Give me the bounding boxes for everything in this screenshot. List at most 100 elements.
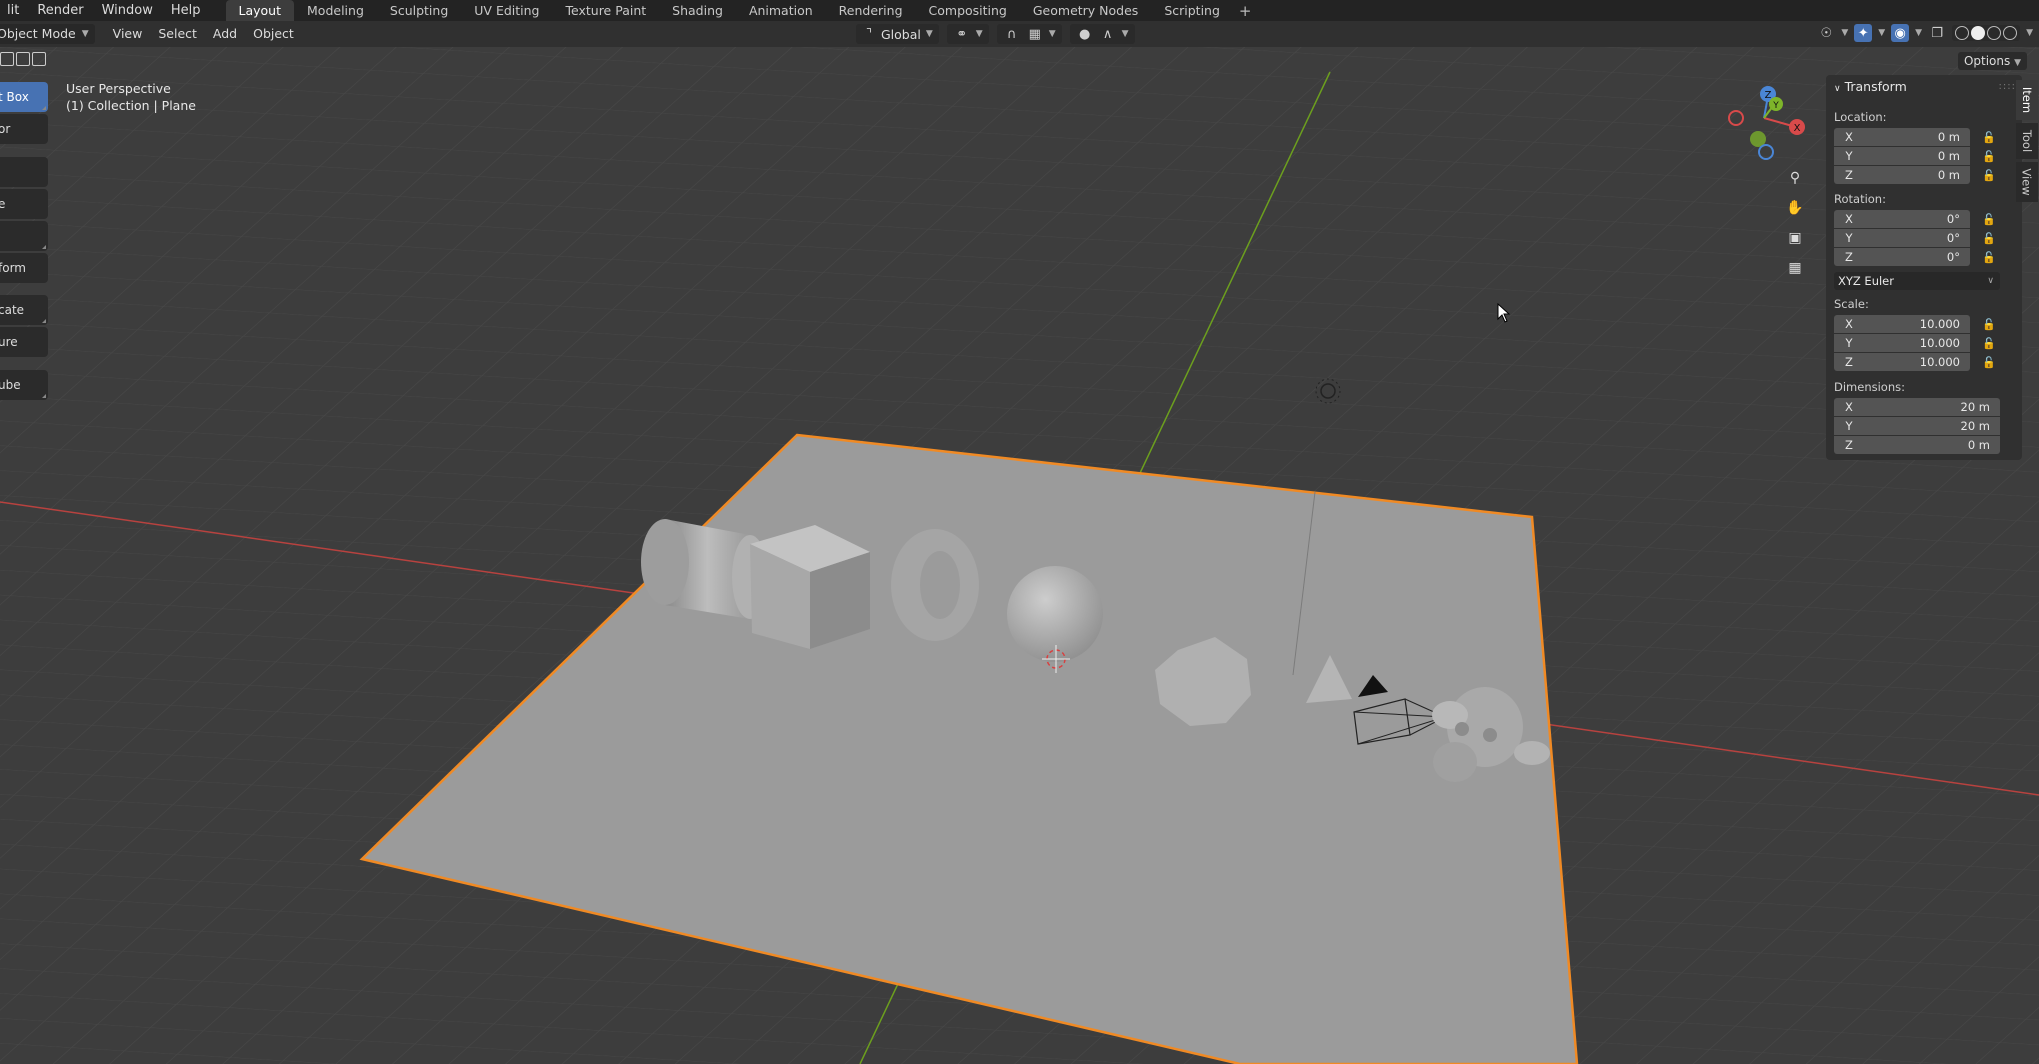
select-extend-icon[interactable]	[16, 52, 30, 66]
add-workspace-icon[interactable]: +	[1233, 2, 1258, 20]
material-shading-icon[interactable]	[1987, 26, 2002, 40]
gizmo-neg-z[interactable]	[1758, 144, 1774, 160]
tab-texture-paint[interactable]: Texture Paint	[552, 0, 659, 21]
pan-hand-icon[interactable]: ✋	[1782, 195, 1808, 221]
dimensions-x-field[interactable]: X 20 m	[1834, 398, 2000, 416]
lock-icon[interactable]: 🔓	[1982, 355, 1996, 369]
scale-y-field[interactable]: Y 10.000	[1834, 334, 1970, 352]
zoom-icon[interactable]: ⚲	[1782, 165, 1808, 191]
tab-uv-editing[interactable]: UV Editing	[461, 0, 552, 21]
drag-handle-icon[interactable]: ::::	[1999, 81, 2016, 92]
tab-shading[interactable]: Shading	[659, 0, 736, 21]
tool-measure[interactable]: ure	[0, 327, 48, 357]
axis-label: Z	[1845, 355, 1853, 369]
menu-help[interactable]: Help	[162, 0, 210, 21]
lock-icon[interactable]: 🔓	[1982, 212, 1996, 226]
dimensions-z-field[interactable]: Z 0 m	[1834, 436, 2000, 454]
tab-compositing[interactable]: Compositing	[916, 0, 1020, 21]
tab-modeling[interactable]: Modeling	[294, 0, 377, 21]
rendered-shading-icon[interactable]	[2003, 26, 2018, 40]
menu-select[interactable]: Select	[150, 24, 205, 44]
lock-icon[interactable]: 🔓	[1982, 231, 1996, 245]
sidebar-tab-view[interactable]: View	[2016, 162, 2038, 202]
tool-select-box[interactable]: t Box	[0, 82, 48, 112]
grid-perspective-icon[interactable]: ▦	[1782, 255, 1808, 281]
torus-object[interactable]	[891, 529, 979, 641]
main-menu: lit Render Window Help	[0, 0, 210, 21]
rotation-z-field[interactable]: Z 0°	[1834, 248, 1970, 266]
tab-sculpting[interactable]: Sculpting	[377, 0, 461, 21]
lock-icon[interactable]: 🔓	[1982, 149, 1996, 163]
pivot-select[interactable]: ⚭ ▼	[946, 24, 989, 44]
tab-scripting[interactable]: Scripting	[1151, 0, 1233, 21]
select-subtract-icon[interactable]	[32, 52, 46, 66]
wireframe-shading-icon[interactable]	[1955, 26, 1970, 40]
rotation-x-field[interactable]: X 0°	[1834, 210, 1970, 228]
tool-scale[interactable]	[0, 221, 48, 251]
scale-z-field[interactable]: Z 10.000	[1834, 353, 1970, 371]
eye-icon[interactable]: ☉	[1817, 24, 1835, 42]
tool-label: e	[0, 197, 6, 211]
tab-animation[interactable]: Animation	[736, 0, 826, 21]
select-new-icon[interactable]	[0, 52, 14, 66]
snap-target-icon: ▦	[1028, 26, 1041, 42]
lock-icon[interactable]: 🔓	[1982, 317, 1996, 331]
chevron-down-icon[interactable]: ▼	[1878, 28, 1885, 38]
rotation-mode-value: XYZ Euler	[1838, 274, 1894, 288]
dimensions-y-field[interactable]: Y 20 m	[1834, 417, 2000, 435]
menu-edit[interactable]: lit	[0, 0, 28, 21]
tool-cursor[interactable]: or	[0, 114, 48, 144]
cube-object[interactable]	[750, 525, 870, 649]
scale-x-field[interactable]: X 10.000	[1834, 315, 1970, 333]
solid-shading-icon[interactable]	[1971, 26, 1986, 40]
menu-render[interactable]: Render	[28, 0, 92, 21]
tool-add-cube[interactable]: ube	[0, 370, 48, 400]
scene-canvas	[0, 47, 2039, 1064]
lock-icon[interactable]: 🔓	[1982, 250, 1996, 264]
mode-select[interactable]: Object Mode ▼	[0, 24, 95, 44]
location-z-field[interactable]: Z 0 m	[1834, 166, 1970, 184]
camera-view-icon[interactable]: ▣	[1782, 225, 1808, 251]
tab-geometry-nodes[interactable]: Geometry Nodes	[1020, 0, 1151, 21]
tab-rendering[interactable]: Rendering	[826, 0, 916, 21]
menu-window[interactable]: Window	[93, 0, 162, 21]
rotation-y-field[interactable]: Y 0°	[1834, 229, 1970, 247]
lock-icon[interactable]: 🔓	[1982, 130, 1996, 144]
location-x-field[interactable]: X 0 m	[1834, 128, 1970, 146]
menu-view[interactable]: View	[105, 24, 151, 44]
tool-move[interactable]	[0, 157, 48, 187]
tab-layout[interactable]: Layout	[225, 0, 295, 21]
xray-toggle-icon[interactable]: ❐	[1928, 24, 1946, 42]
mode-select-label: Object Mode	[0, 26, 76, 41]
scale-label: Scale:	[1834, 297, 1869, 311]
menu-object[interactable]: Object	[245, 24, 302, 44]
transform-panel-header[interactable]: ∨ Transform	[1834, 79, 1907, 94]
dimensions-z-value: 0 m	[1967, 438, 1990, 452]
overlay-toggle-icon[interactable]: ◉	[1891, 24, 1910, 42]
menu-add[interactable]: Add	[205, 24, 245, 44]
chevron-down-icon[interactable]: ▼	[1915, 28, 1922, 38]
tool-rotate[interactable]: e	[0, 189, 48, 219]
sidebar-tab-tool[interactable]: Tool	[2016, 123, 2038, 159]
gizmo-toggle-icon[interactable]: ✦	[1854, 24, 1873, 42]
proportional-edit-toggle[interactable]: ● ∧ ▼	[1069, 24, 1135, 44]
gizmo-neg-x[interactable]	[1728, 110, 1744, 126]
falloff-curve-icon: ∧	[1102, 26, 1113, 42]
lock-icon[interactable]: 🔓	[1982, 336, 1996, 350]
chevron-down-icon[interactable]: ▼	[1841, 28, 1848, 38]
options-dropdown[interactable]: Options ▼	[1957, 52, 2027, 70]
tool-transform[interactable]: form	[0, 253, 48, 283]
tool-annotate[interactable]: cate	[0, 295, 48, 325]
chevron-down-icon[interactable]: ▼	[2026, 28, 2033, 38]
3d-viewport[interactable]: User Perspective (1) Collection | Plane	[0, 47, 2039, 1064]
sidebar-tab-item[interactable]: Item	[2016, 80, 2038, 120]
tool-corner-marker	[42, 319, 46, 323]
orientation-select[interactable]: ⌝ Global ▼	[856, 24, 939, 44]
snap-toggle[interactable]: ∩ ▦ ▼	[996, 24, 1062, 44]
uv-sphere-object[interactable]	[1007, 566, 1103, 662]
location-y-field[interactable]: Y 0 m	[1834, 147, 1970, 165]
axis-label: Y	[1845, 419, 1853, 433]
lock-icon[interactable]: 🔓	[1982, 168, 1996, 182]
navigation-gizmo[interactable]: Z X Y	[1720, 82, 1810, 162]
rotation-mode-select[interactable]: XYZ Euler ∨	[1834, 272, 2000, 290]
